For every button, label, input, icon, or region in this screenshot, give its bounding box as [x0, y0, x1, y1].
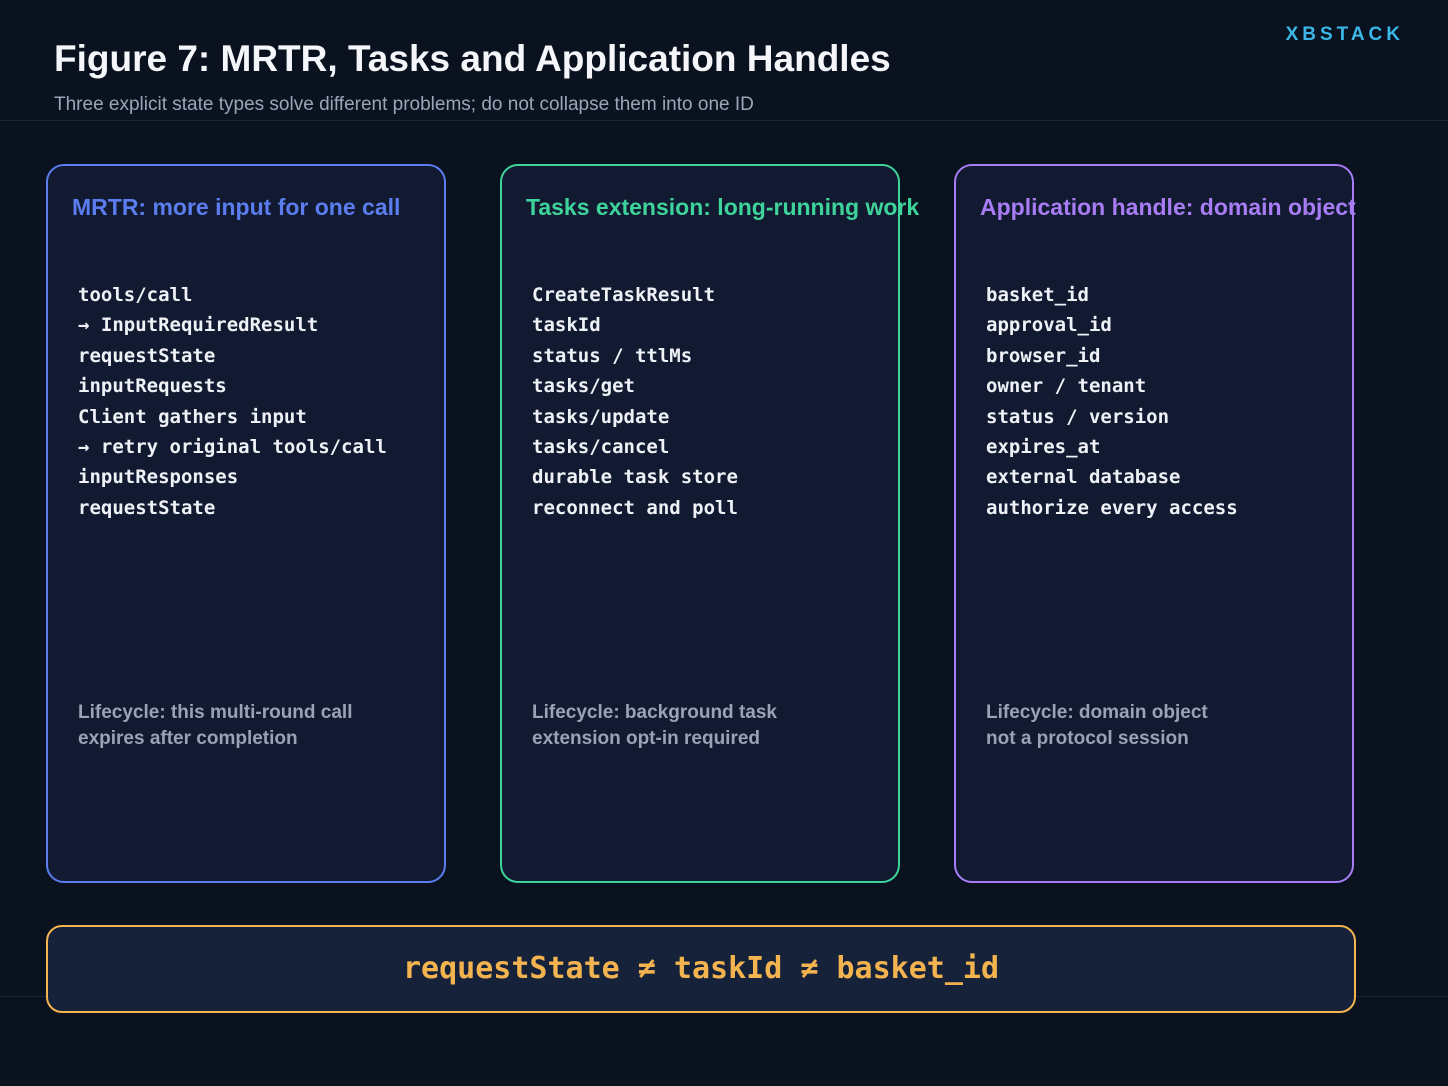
- mrtr-item: → retry original tools/call: [78, 436, 387, 459]
- handle-panel-title: Application handle: domain object: [980, 194, 1356, 220]
- brand-logo: XBSTACK: [1285, 24, 1404, 45]
- mrtr-item-list: tools/call → InputRequiredResult request…: [78, 280, 387, 523]
- tasks-item: reconnect and poll: [532, 496, 738, 519]
- mrtr-item: requestState: [78, 496, 216, 519]
- handle-lifecycle-note: Lifecycle: domain object not a protocol …: [986, 700, 1326, 752]
- mrtr-item: inputResponses: [78, 466, 239, 489]
- tasks-item: CreateTaskResult: [532, 284, 716, 306]
- mrtr-item: tools/call: [78, 284, 193, 306]
- lifecycle-line: Lifecycle: background task: [532, 702, 777, 723]
- tasks-item: taskId: [532, 314, 601, 337]
- lifecycle-line: Lifecycle: domain object: [986, 702, 1208, 723]
- tasks-panel: Tasks extension: long-running work Creat…: [500, 164, 919, 883]
- lifecycle-line: Lifecycle: this multi-round call: [78, 702, 353, 723]
- handle-item: authorize every access: [986, 496, 1238, 519]
- tasks-item: tasks/get: [532, 375, 635, 398]
- tasks-item: status / ttlMs: [532, 344, 693, 367]
- tasks-item: durable task store: [532, 466, 738, 489]
- tasks-item-list: CreateTaskResult taskId status / ttlMs t…: [532, 280, 738, 523]
- mrtr-panel: MRTR: more input for one call tools/call…: [46, 164, 446, 883]
- mrtr-panel-title: MRTR: more input for one call: [72, 194, 401, 220]
- header-divider: [0, 120, 1448, 121]
- mrtr-item: Client gathers input: [78, 405, 307, 428]
- id-distinction-banner: requestState ≠ taskId ≠ basket_id: [46, 925, 1356, 1013]
- tasks-item: tasks/update: [532, 405, 670, 428]
- tasks-lifecycle-note: Lifecycle: background task extension opt…: [532, 700, 872, 752]
- handle-panel: Application handle: domain object basket…: [954, 164, 1356, 883]
- handle-item: status / version: [986, 405, 1170, 428]
- mrtr-item: → InputRequiredResult: [78, 314, 319, 337]
- page-subtitle: Three explicit state types solve differe…: [54, 94, 754, 115]
- mrtr-item: requestState: [78, 344, 216, 367]
- handle-item: basket_id: [986, 284, 1089, 306]
- tasks-panel-title: Tasks extension: long-running work: [526, 194, 920, 220]
- lifecycle-line: expires after completion: [78, 728, 298, 749]
- page-title: Figure 7: MRTR, Tasks and Application Ha…: [54, 38, 891, 79]
- handle-item: owner / tenant: [986, 375, 1147, 398]
- handle-item: browser_id: [986, 344, 1101, 367]
- lifecycle-line: not a protocol session: [986, 728, 1189, 749]
- mrtr-lifecycle-note: Lifecycle: this multi-round call expires…: [78, 700, 418, 752]
- handle-item: external database: [986, 466, 1181, 489]
- handle-item: expires_at: [986, 436, 1101, 459]
- lifecycle-line: extension opt-in required: [532, 728, 761, 749]
- mrtr-item: inputRequests: [78, 375, 227, 398]
- id-distinction-text: requestState ≠ taskId ≠ basket_id: [402, 951, 1000, 986]
- handle-item-list: basket_id approval_id browser_id owner /…: [986, 280, 1238, 523]
- tasks-item: tasks/cancel: [532, 436, 670, 459]
- handle-item: approval_id: [986, 314, 1112, 337]
